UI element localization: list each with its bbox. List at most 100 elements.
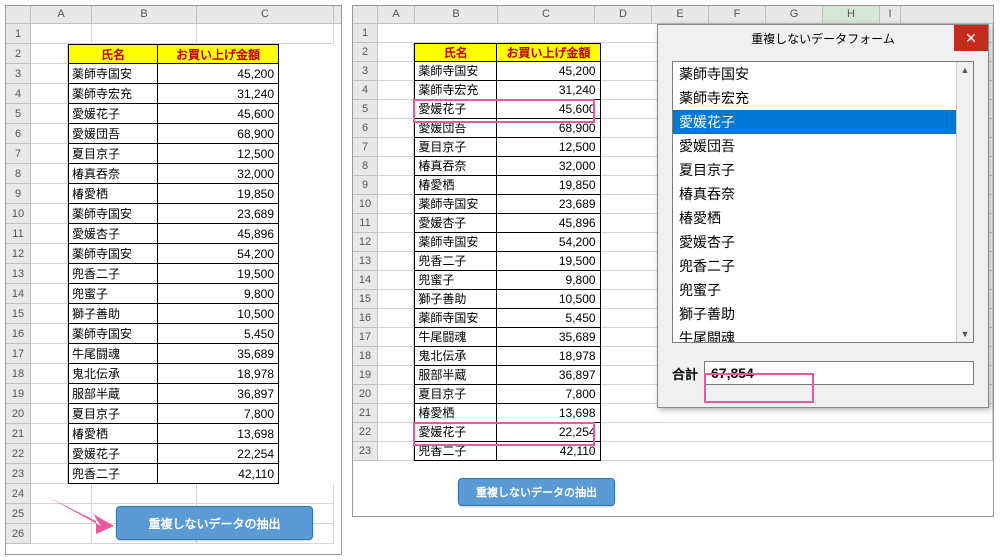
amount-cell[interactable]: 19,850 (158, 184, 279, 204)
amount-cell[interactable]: 45,600 (497, 100, 600, 119)
amount-cell[interactable]: 22,254 (497, 423, 600, 442)
name-cell[interactable]: 愛媛杏子 (414, 214, 497, 233)
name-cell[interactable]: 椿真吞奈 (68, 164, 158, 184)
row-header[interactable]: 18 (353, 347, 378, 366)
name-cell[interactable]: 夏目京子 (68, 144, 158, 164)
name-cell[interactable]: 愛媛団吾 (414, 119, 497, 138)
amount-cell[interactable]: 36,897 (158, 384, 279, 404)
row-header[interactable]: 9 (6, 184, 31, 204)
amount-cell[interactable]: 9,800 (497, 271, 600, 290)
amount-cell[interactable]: 68,900 (497, 119, 600, 138)
col-H[interactable]: H (823, 6, 880, 23)
name-cell[interactable]: 愛媛花子 (68, 444, 158, 464)
row-header[interactable]: 14 (353, 271, 378, 290)
col-G[interactable]: G (766, 6, 823, 23)
amount-cell[interactable]: 54,200 (497, 233, 600, 252)
amount-cell[interactable]: 23,689 (158, 204, 279, 224)
row-header[interactable]: 4 (353, 81, 378, 100)
name-cell[interactable]: 薬師寺国安 (414, 309, 497, 328)
row-header[interactable]: 7 (6, 144, 31, 164)
name-cell[interactable]: 椿真吞奈 (414, 157, 497, 176)
header-amount[interactable]: お買い上げ金額 (158, 44, 279, 64)
list-item[interactable]: 兜香二子 (673, 254, 973, 278)
col-D[interactable]: D (595, 6, 652, 23)
row-header[interactable]: 5 (6, 104, 31, 124)
row-header[interactable]: 15 (353, 290, 378, 309)
amount-cell[interactable]: 10,500 (497, 290, 600, 309)
amount-cell[interactable]: 19,500 (497, 252, 600, 271)
amount-cell[interactable]: 45,200 (158, 64, 279, 84)
col-F[interactable]: F (709, 6, 766, 23)
col-B[interactable]: B (92, 6, 197, 23)
row-header[interactable]: 18 (6, 364, 31, 384)
row-header[interactable]: 23 (353, 442, 378, 461)
name-cell[interactable]: 兜香二子 (414, 442, 497, 461)
name-cell[interactable]: 夏目京子 (68, 404, 158, 424)
name-cell[interactable]: 薬師寺国安 (414, 233, 497, 252)
row-header[interactable]: 13 (353, 252, 378, 271)
amount-cell[interactable]: 19,500 (158, 264, 279, 284)
col-I[interactable]: I (880, 6, 901, 23)
col-C[interactable]: C (498, 6, 595, 23)
row-header[interactable]: 2 (6, 44, 31, 64)
amount-cell[interactable]: 7,800 (158, 404, 279, 424)
row-header[interactable]: 3 (353, 62, 378, 81)
header-name[interactable]: 氏名 (68, 44, 158, 64)
row-header[interactable]: 8 (353, 157, 378, 176)
row-header[interactable]: 11 (6, 224, 31, 244)
name-cell[interactable]: 薬師寺国安 (68, 324, 158, 344)
name-cell[interactable]: 獅子善助 (414, 290, 497, 309)
name-cell[interactable]: 兜蜜子 (414, 271, 497, 290)
name-cell[interactable]: 薬師寺宏充 (414, 81, 497, 100)
list-item[interactable]: 薬師寺国安 (673, 62, 973, 86)
row-header[interactable]: 6 (6, 124, 31, 144)
row-header[interactable]: 10 (6, 204, 31, 224)
row-header[interactable]: 7 (353, 138, 378, 157)
amount-cell[interactable]: 45,896 (158, 224, 279, 244)
row-header[interactable]: 16 (353, 309, 378, 328)
list-item[interactable]: 獅子善助 (673, 302, 973, 326)
name-cell[interactable]: 牛尾闘魂 (68, 344, 158, 364)
name-cell[interactable]: 夏目京子 (414, 385, 497, 404)
amount-cell[interactable]: 10,500 (158, 304, 279, 324)
amount-cell[interactable]: 19,850 (497, 176, 600, 195)
name-listbox[interactable]: 薬師寺国安薬師寺宏充愛媛花子愛媛団吾夏目京子椿真吞奈椿愛栖愛媛杏子兜香二子兜蜜子… (672, 61, 974, 343)
row-header[interactable]: 2 (353, 43, 378, 62)
name-cell[interactable]: 兜蜜子 (68, 284, 158, 304)
corner-cell[interactable] (6, 6, 31, 23)
amount-cell[interactable]: 7,800 (497, 385, 600, 404)
amount-cell[interactable]: 31,240 (497, 81, 600, 100)
col-E[interactable]: E (652, 6, 709, 23)
name-cell[interactable]: 愛媛花子 (68, 104, 158, 124)
extract-button[interactable]: 重複しないデータの抽出 (458, 478, 615, 506)
name-cell[interactable]: 薬師寺国安 (414, 195, 497, 214)
row-header[interactable]: 22 (6, 444, 31, 464)
row-header[interactable]: 21 (353, 404, 378, 423)
row-header[interactable]: 17 (6, 344, 31, 364)
row-header[interactable]: 25 (6, 504, 31, 524)
row-header[interactable]: 12 (6, 244, 31, 264)
amount-cell[interactable]: 45,600 (158, 104, 279, 124)
name-cell[interactable]: 獅子善助 (68, 304, 158, 324)
row-header[interactable]: 17 (353, 328, 378, 347)
amount-cell[interactable]: 45,200 (497, 62, 600, 81)
list-item[interactable]: 椿真吞奈 (673, 182, 973, 206)
amount-cell[interactable]: 12,500 (497, 138, 600, 157)
amount-cell[interactable]: 18,978 (158, 364, 279, 384)
name-cell[interactable]: 牛尾闘魂 (414, 328, 497, 347)
row-header[interactable]: 12 (353, 233, 378, 252)
name-cell[interactable]: 愛媛杏子 (68, 224, 158, 244)
amount-cell[interactable]: 54,200 (158, 244, 279, 264)
name-cell[interactable]: 薬師寺国安 (68, 204, 158, 224)
row-header[interactable]: 6 (353, 119, 378, 138)
col-A[interactable]: A (31, 6, 92, 23)
name-cell[interactable]: 椿愛栖 (414, 404, 497, 423)
amount-cell[interactable]: 13,698 (158, 424, 279, 444)
row-header[interactable]: 13 (6, 264, 31, 284)
amount-cell[interactable]: 12,500 (158, 144, 279, 164)
sum-field[interactable]: 67,854 (704, 361, 974, 385)
scroll-up-icon[interactable]: ▲ (957, 62, 973, 78)
amount-cell[interactable]: 32,000 (158, 164, 279, 184)
name-cell[interactable]: 服部半蔵 (414, 366, 497, 385)
list-item[interactable]: 愛媛花子 (673, 110, 973, 134)
